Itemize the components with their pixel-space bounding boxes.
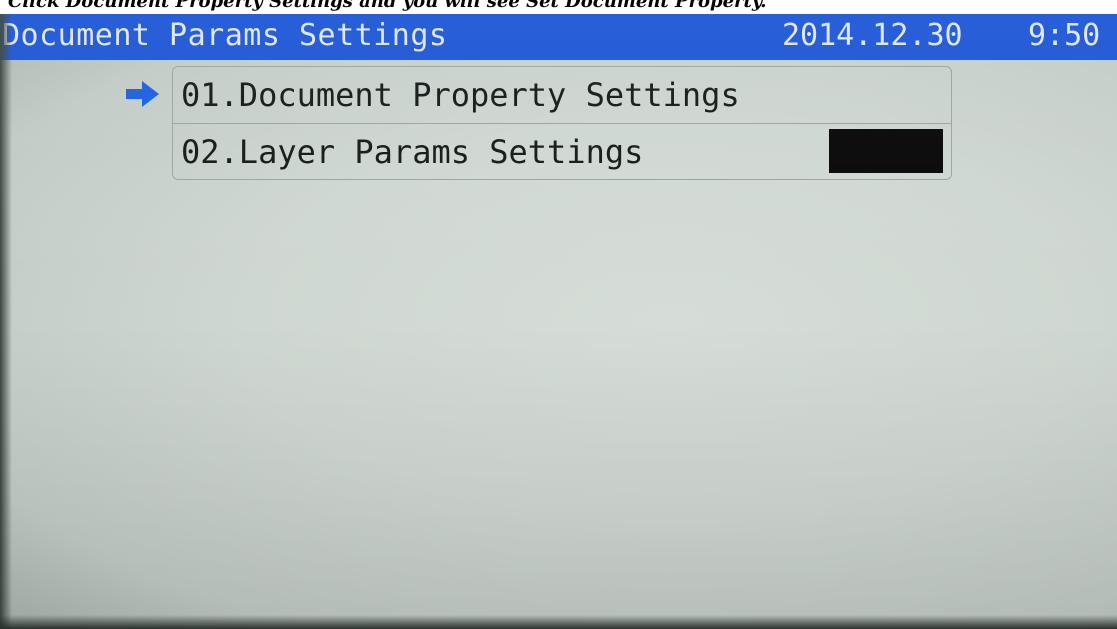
layer-params-value-block xyxy=(829,129,943,173)
menu-item-document-property-settings[interactable]: 01.Document Property Settings xyxy=(181,67,941,123)
title-bar: Document Params Settings 2014.12.30 9:50 xyxy=(0,14,1117,60)
time-display: 9:50 xyxy=(1028,18,1101,53)
date-display: 2014.12.30 xyxy=(782,18,963,53)
arrow-right-icon xyxy=(126,81,159,107)
caption-text: Click Document Property Settings and you… xyxy=(8,0,767,12)
caption-strip: Click Document Property Settings and you… xyxy=(0,0,1117,14)
lcd-screen: Document Params Settings 2014.12.30 9:50… xyxy=(0,14,1117,629)
screen-bezel-left xyxy=(0,14,12,629)
settings-menu: 01.Document Property Settings 02.Layer P… xyxy=(172,66,952,180)
menu-item-layer-params-settings[interactable]: 02.Layer Params Settings xyxy=(181,124,941,180)
screen-bezel-bottom xyxy=(0,615,1117,629)
page-title: Document Params Settings xyxy=(2,18,448,53)
